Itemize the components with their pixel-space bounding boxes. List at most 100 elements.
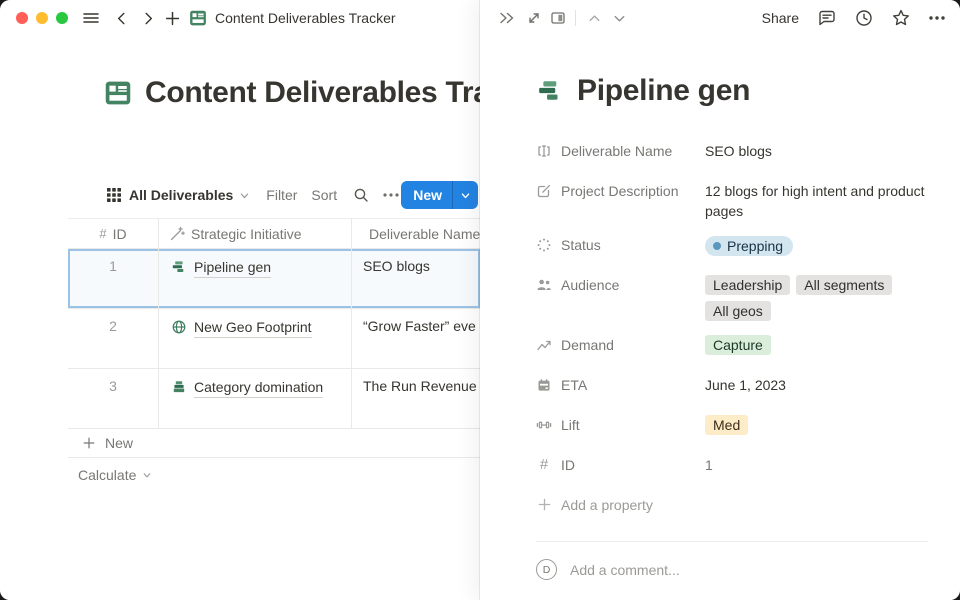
audience-tag[interactable]: All geos xyxy=(705,301,771,321)
hamburger-icon xyxy=(82,10,100,26)
page-link[interactable]: Category domination xyxy=(194,378,323,398)
page-title[interactable]: Content Deliverables Tracker xyxy=(145,76,480,110)
cell-id[interactable]: 2 xyxy=(68,309,159,368)
side-peek-mode-button[interactable] xyxy=(550,10,566,26)
cell-strategic-initiative[interactable]: Category domination xyxy=(159,369,352,428)
cell-deliverable-name[interactable]: The Run Revenue S xyxy=(352,369,480,428)
text-property-icon xyxy=(536,143,552,159)
bars-chart-icon xyxy=(536,77,564,105)
page-link[interactable]: Pipeline gen xyxy=(194,258,271,278)
new-record-dropdown[interactable] xyxy=(453,181,478,209)
property-row-eta: ETA June 1, 2023 xyxy=(536,368,928,401)
comment-section: D Add a comment... xyxy=(536,541,928,600)
chevron-down-icon xyxy=(142,470,152,480)
add-comment-input[interactable]: Add a comment... xyxy=(570,562,680,578)
titlebar: Content Deliverables Tracker xyxy=(0,0,480,36)
side-peek-icon xyxy=(550,10,566,26)
property-label[interactable]: Lift xyxy=(536,408,705,441)
next-record-button[interactable] xyxy=(612,11,627,26)
new-record-button[interactable]: New xyxy=(401,181,478,209)
sort-button[interactable]: Sort xyxy=(311,187,337,203)
audience-tag[interactable]: Leadership xyxy=(705,275,790,295)
share-button[interactable]: Share xyxy=(762,10,799,26)
chevron-down-icon xyxy=(460,190,471,201)
cell-id[interactable]: 1 xyxy=(68,249,159,308)
property-label[interactable]: # ID xyxy=(536,448,705,481)
record-title[interactable]: Pipeline gen xyxy=(577,74,750,108)
search-button[interactable] xyxy=(353,187,369,203)
table-row-category-domination[interactable]: 3 Category domination The Run Revenue S xyxy=(68,369,480,429)
property-list: Deliverable Name SEO blogs Project Descr… xyxy=(536,134,928,521)
people-icon xyxy=(536,277,552,293)
view-switcher[interactable]: All Deliverables xyxy=(107,187,250,203)
favorite-star-button[interactable] xyxy=(891,8,911,28)
property-value-demand[interactable]: Capture xyxy=(705,328,928,361)
table-header-row: # ID Strategic Initiative Deliverable Na… xyxy=(68,218,480,249)
column-header-id[interactable]: # ID xyxy=(68,219,159,248)
lift-tag[interactable]: Med xyxy=(705,415,748,435)
plus-icon xyxy=(82,436,96,450)
notion-window: Content Deliverables Tracker Content Del… xyxy=(0,0,960,600)
more-options-button[interactable] xyxy=(928,15,946,21)
property-label[interactable]: Status xyxy=(536,228,705,261)
table-row-pipeline-gen[interactable]: 1 Pipeline gen SEO blogs xyxy=(68,249,480,309)
column-header-deliverable-name[interactable]: Deliverable Name xyxy=(352,219,480,248)
column-header-strategic-initiative[interactable]: Strategic Initiative xyxy=(159,219,352,248)
updates-clock-button[interactable] xyxy=(854,8,874,28)
page-link[interactable]: New Geo Footprint xyxy=(194,318,312,338)
page-icon[interactable] xyxy=(104,79,132,107)
nav-back-button[interactable] xyxy=(114,11,129,26)
chevron-right-icon xyxy=(141,11,156,26)
add-row-button[interactable]: New xyxy=(68,429,480,458)
table-row-new-geo-footprint[interactable]: 2 New Geo Footprint “Grow Faster” eve xyxy=(68,309,480,369)
peek-panel: Share Pipeline gen xyxy=(480,0,960,600)
fullscreen-window-button[interactable] xyxy=(56,12,68,24)
view-name: All Deliverables xyxy=(129,187,233,203)
property-row-demand: Demand Capture xyxy=(536,328,928,361)
open-full-page-button[interactable] xyxy=(526,10,542,26)
property-value-id[interactable]: 1 xyxy=(705,448,928,481)
property-value-deliverable-name[interactable]: SEO blogs xyxy=(705,134,928,167)
record-icon[interactable] xyxy=(536,77,564,105)
property-label[interactable]: ETA xyxy=(536,368,705,401)
cell-deliverable-name[interactable]: SEO blogs xyxy=(352,249,480,308)
property-value-lift[interactable]: Med xyxy=(705,408,928,441)
chevron-down-icon xyxy=(612,11,627,26)
calculate-button[interactable]: Calculate xyxy=(68,458,480,492)
property-value-eta[interactable]: June 1, 2023 xyxy=(705,368,928,401)
cell-strategic-initiative[interactable]: Pipeline gen xyxy=(159,249,352,308)
add-property-button[interactable]: Add a property xyxy=(536,488,928,521)
close-window-button[interactable] xyxy=(16,12,28,24)
property-value-audience[interactable]: Leadership All segments All geos xyxy=(705,268,928,321)
chevron-up-icon xyxy=(587,11,602,26)
peek-topbar: Share xyxy=(480,0,960,36)
property-label[interactable]: Deliverable Name xyxy=(536,134,705,167)
property-value-status[interactable]: Prepping xyxy=(705,228,928,261)
nav-forward-button[interactable] xyxy=(141,11,156,26)
property-label[interactable]: Demand xyxy=(536,328,705,361)
expand-diagonal-icon xyxy=(526,10,542,26)
audience-tag[interactable]: All segments xyxy=(796,275,892,295)
property-label[interactable]: Project Description xyxy=(536,174,705,207)
status-tag[interactable]: Prepping xyxy=(705,236,793,256)
sidebar-toggle-button[interactable] xyxy=(82,10,100,26)
property-value-project-description[interactable]: 12 blogs for high intent and product pag… xyxy=(705,174,928,221)
demand-tag[interactable]: Capture xyxy=(705,335,771,355)
filter-button[interactable]: Filter xyxy=(266,187,297,203)
previous-record-button[interactable] xyxy=(587,11,602,26)
view-options-button[interactable] xyxy=(382,192,400,198)
view-toolbar: All Deliverables Filter Sort New xyxy=(0,180,480,210)
minimize-window-button[interactable] xyxy=(36,12,48,24)
cell-deliverable-name[interactable]: “Grow Faster” eve xyxy=(352,309,480,368)
plus-icon xyxy=(164,10,181,27)
close-peek-button[interactable] xyxy=(498,10,516,26)
ellipsis-icon xyxy=(928,15,946,21)
peek-header: Pipeline gen xyxy=(536,74,928,108)
property-row-audience: Audience Leadership All segments All geo… xyxy=(536,268,928,321)
cell-id[interactable]: 3 xyxy=(68,369,159,428)
main-pane: Content Deliverables Tracker Content Del… xyxy=(0,0,480,600)
new-tab-button[interactable] xyxy=(164,10,181,27)
property-label[interactable]: Audience xyxy=(536,268,705,301)
cell-strategic-initiative[interactable]: New Geo Footprint xyxy=(159,309,352,368)
comments-button[interactable] xyxy=(817,8,837,28)
